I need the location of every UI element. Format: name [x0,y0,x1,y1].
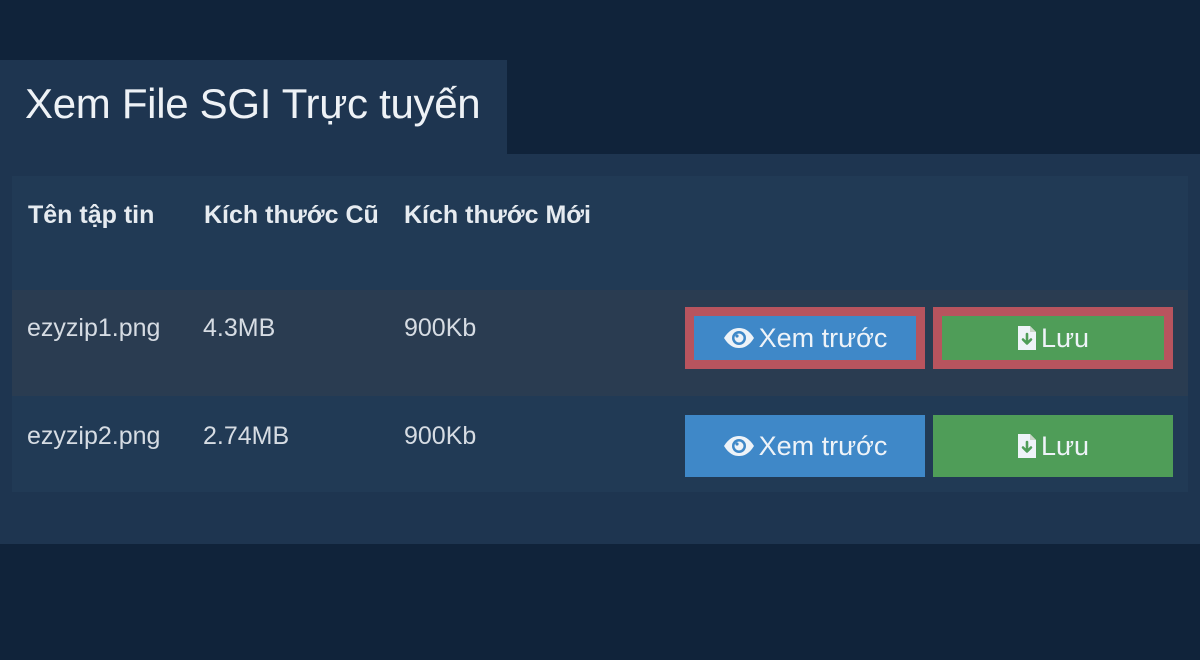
table-header: Tên tập tin Kích thước Cũ Kích thước Mới [12,176,1188,290]
eye-icon [723,327,755,349]
file-download-icon [1017,325,1037,351]
old-size: 4.3MB [203,314,276,342]
results-panel: Tên tập tin Kích thước Cũ Kích thước Mới… [0,154,1200,544]
file-table: Tên tập tin Kích thước Cũ Kích thước Mới… [12,176,1188,492]
header-new-size: Kích thước Mới [404,201,591,229]
new-size: 900Kb [404,422,477,450]
file-name: ezyzip2.png [27,422,161,450]
page: Xem File SGI Trực tuyến Tên tập tin Kích… [0,0,1200,660]
save-button[interactable]: Lưu [933,415,1173,477]
save-label: Lưu [1040,430,1090,461]
eye-icon [723,435,755,457]
preview-button[interactable]: Xem trước [685,307,925,369]
preview-label: Xem trước [758,322,888,353]
header-file-name: Tên tập tin [28,201,155,229]
preview-label: Xem trước [758,430,888,461]
old-size: 2.74MB [203,422,290,450]
table-row: ezyzip1.png 4.3MB 900Kb Xem trước Lưu [12,290,1188,396]
header-old-size: Kích thước Cũ [204,201,379,229]
preview-button[interactable]: Xem trước [685,415,925,477]
save-label: Lưu [1040,322,1090,353]
table-row: ezyzip2.png 2.74MB 900Kb Xem trước Lưu [12,398,1188,492]
title-tab: Xem File SGI Trực tuyến [0,60,507,154]
new-size: 900Kb [404,314,477,342]
page-title: Xem File SGI Trực tuyến [25,80,481,127]
save-button[interactable]: Lưu [933,307,1173,369]
file-download-icon [1017,433,1037,459]
file-name: ezyzip1.png [27,314,161,342]
